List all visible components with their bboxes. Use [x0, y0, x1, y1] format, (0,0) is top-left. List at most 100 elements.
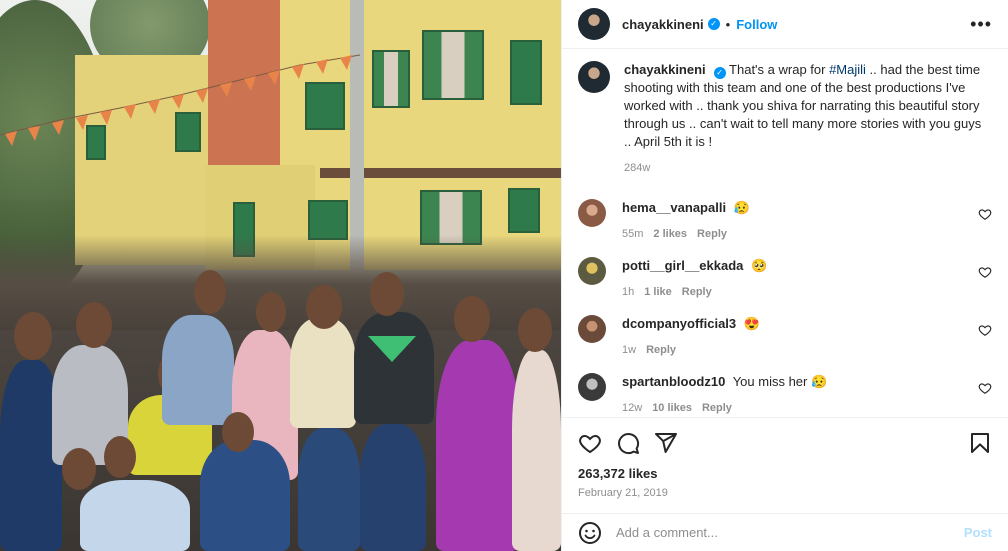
likes-count[interactable]: 263,372 likes	[578, 466, 992, 481]
photo-person	[162, 315, 234, 425]
hashtag-link[interactable]: #Majili	[829, 62, 866, 77]
photo-person	[360, 424, 426, 551]
author-avatar[interactable]	[578, 8, 610, 40]
comment-likes[interactable]: 10 likes	[652, 402, 692, 414]
caption-text-block: chayakkineni ✓ That's a wrap for #Majili …	[624, 61, 982, 151]
comment-meta: 1w Reply	[622, 341, 968, 359]
post-date[interactable]: February 21, 2019	[578, 487, 992, 499]
more-options-icon[interactable]: •••	[970, 15, 992, 33]
comment-age[interactable]: 1h	[622, 286, 634, 298]
comments-list[interactable]: chayakkineni ✓ That's a wrap for #Majili …	[562, 49, 1008, 417]
comment-row: spartanbloodz10 You miss her 😥 12w 10 lik…	[578, 373, 992, 417]
comment-age[interactable]: 12w	[622, 402, 642, 414]
comment-body: hema__vanapalli 😥 55m 2 likes Reply	[622, 199, 992, 243]
post-side-panel: chayakkineni ✓ • Follow ••• chayakkineni…	[561, 0, 1008, 551]
comment-text-block: dcompanyofficial3 😍	[622, 315, 968, 333]
caption-username[interactable]: chayakkineni	[624, 62, 706, 77]
photo-person-head	[62, 448, 96, 490]
author-username[interactable]: chayakkineni	[622, 17, 704, 32]
comment-meta: 1h 1 like Reply	[622, 283, 968, 301]
caption-age[interactable]: 284w	[624, 162, 650, 174]
like-comment-heart-icon[interactable]	[978, 381, 992, 395]
photo-person-head	[194, 270, 226, 314]
photo-window	[508, 188, 540, 233]
photo-person-head	[306, 285, 342, 329]
like-comment-heart-icon[interactable]	[978, 265, 992, 279]
photo-person-head	[454, 296, 490, 342]
commenter-username[interactable]: spartanbloodz10	[622, 374, 725, 389]
reply-button[interactable]: Reply	[697, 228, 727, 240]
comment-row: potti__girl__ekkada 🥺 1h 1 like Reply	[578, 257, 992, 301]
photo-bunting	[0, 54, 360, 146]
photo-person	[354, 312, 434, 424]
comment-text: You miss her 😥	[732, 374, 828, 389]
comment-meta: 12w 10 likes Reply	[622, 399, 968, 417]
commenter-avatar[interactable]	[578, 199, 606, 227]
comment-age[interactable]: 55m	[622, 228, 643, 240]
photo-person-head	[256, 292, 286, 332]
photo-person	[298, 428, 360, 551]
comment-composer: Add a comment... Post	[562, 513, 1008, 551]
commenter-avatar[interactable]	[578, 373, 606, 401]
post-comment-button[interactable]: Post	[964, 525, 992, 540]
instagram-post-view: chayakkineni ✓ • Follow ••• chayakkineni…	[0, 0, 1008, 551]
comment-row: dcompanyofficial3 😍 1w Reply	[578, 315, 992, 359]
photo-person-head	[14, 312, 52, 360]
like-comment-heart-icon[interactable]	[978, 323, 992, 337]
photo-person-head	[370, 272, 404, 316]
post-header: chayakkineni ✓ • Follow •••	[562, 0, 1008, 49]
heart-icon[interactable]	[578, 431, 602, 455]
commenter-avatar[interactable]	[578, 315, 606, 343]
comment-text: 😍	[743, 316, 760, 331]
comment-input[interactable]: Add a comment...	[616, 525, 964, 540]
comment-text-block: spartanbloodz10 You miss her 😥	[622, 373, 968, 391]
share-icon[interactable]	[654, 431, 678, 455]
post-photo[interactable]	[0, 0, 561, 551]
photo-person-head	[76, 302, 112, 348]
comment-body: dcompanyofficial3 😍 1w Reply	[622, 315, 992, 359]
comment-text-block: potti__girl__ekkada 🥺	[622, 257, 968, 275]
commenter-username[interactable]: hema__vanapalli	[622, 200, 726, 215]
verified-icon: ✓	[707, 18, 720, 30]
separator-dot: •	[725, 16, 731, 32]
photo-person	[80, 480, 190, 551]
comment-icon[interactable]	[616, 431, 640, 455]
photo-window	[308, 200, 348, 240]
photo-person-head	[222, 412, 254, 452]
photo-person	[436, 340, 520, 551]
comment-body: potti__girl__ekkada 🥺 1h 1 like Reply	[622, 257, 992, 301]
follow-button[interactable]: Follow	[736, 17, 777, 32]
photo-person	[290, 318, 356, 428]
photo-person	[512, 350, 561, 551]
comment-text: 😥	[733, 200, 750, 215]
photo-window	[422, 30, 484, 100]
reply-button[interactable]: Reply	[646, 344, 676, 356]
comment-text-block: hema__vanapalli 😥	[622, 199, 968, 217]
photo-window	[372, 50, 410, 108]
comment-likes[interactable]: 2 likes	[653, 228, 687, 240]
caption-meta: 284w	[624, 159, 982, 177]
commenter-avatar[interactable]	[578, 257, 606, 285]
comment-row: hema__vanapalli 😥 55m 2 likes Reply	[578, 199, 992, 243]
comment-text: 🥺	[751, 258, 768, 273]
photo-person-head	[104, 436, 136, 478]
bookmark-icon[interactable]	[968, 431, 992, 455]
comment-likes[interactable]: 1 like	[644, 286, 672, 298]
commenter-username[interactable]: dcompanyofficial3	[622, 316, 736, 331]
post-caption: chayakkineni ✓ That's a wrap for #Majili …	[578, 61, 992, 177]
emoji-icon[interactable]	[578, 521, 602, 545]
comment-age[interactable]: 1w	[622, 344, 636, 356]
reply-button[interactable]: Reply	[682, 286, 712, 298]
like-comment-heart-icon[interactable]	[978, 207, 992, 221]
post-actions: 263,372 likes February 21, 2019	[562, 417, 1008, 505]
caption-body: chayakkineni ✓ That's a wrap for #Majili …	[624, 61, 992, 177]
photo-window	[510, 40, 542, 105]
action-icons	[578, 430, 992, 456]
author-avatar[interactable]	[578, 61, 610, 93]
photo-person-head	[518, 308, 552, 352]
photo-shirt-logo	[368, 336, 416, 362]
commenter-username[interactable]: potti__girl__ekkada	[622, 258, 743, 273]
verified-icon: ✓	[713, 67, 726, 79]
reply-button[interactable]: Reply	[702, 402, 732, 414]
comment-meta: 55m 2 likes Reply	[622, 225, 968, 243]
